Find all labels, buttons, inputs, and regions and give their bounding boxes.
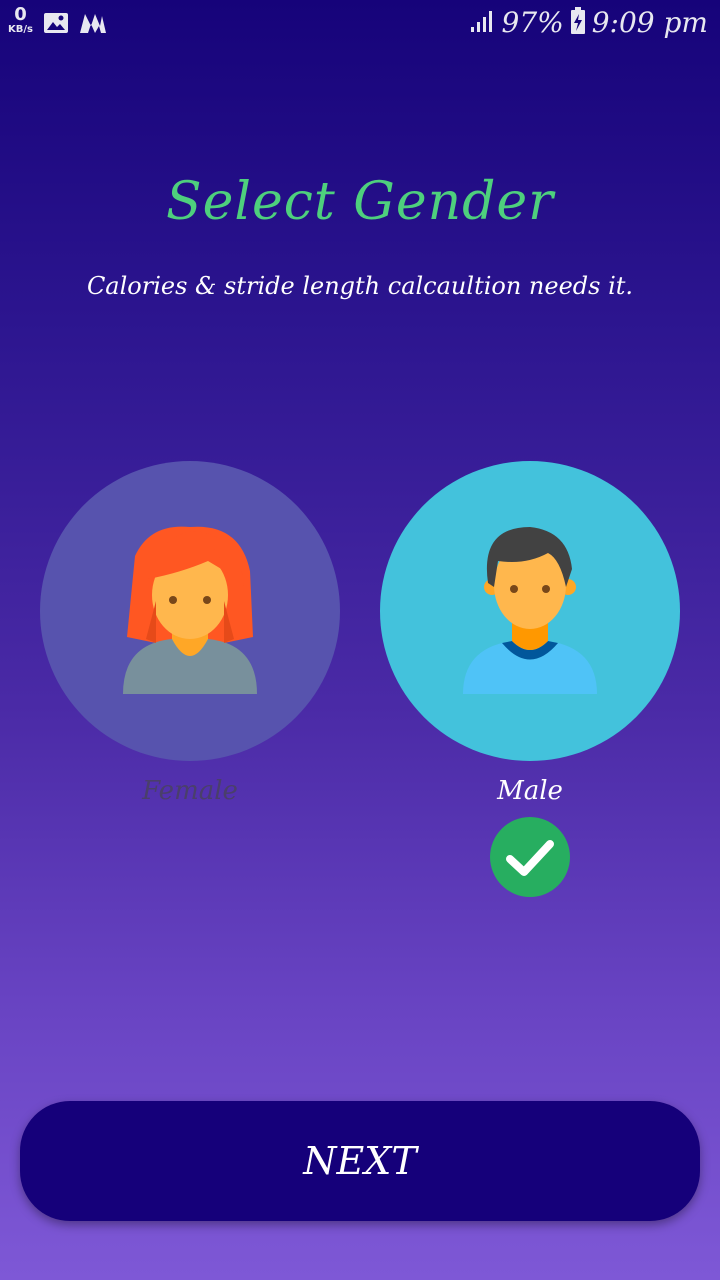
battery-percent: 97% xyxy=(501,6,564,39)
status-left: 0 KB/s xyxy=(8,6,107,38)
battery-charging-icon xyxy=(570,6,586,39)
page-title: Select Gender xyxy=(165,172,555,232)
male-option[interactable] xyxy=(380,461,680,761)
gallery-icon xyxy=(43,12,69,38)
clock: 9:09 pm xyxy=(591,6,708,39)
network-speed-unit: KB/s xyxy=(8,24,33,35)
next-button[interactable]: NEXT xyxy=(20,1101,700,1221)
selected-check-icon xyxy=(490,817,570,897)
male-avatar-icon xyxy=(463,527,597,694)
female-option[interactable] xyxy=(40,461,340,761)
app-m-icon xyxy=(79,12,107,38)
next-button-label: NEXT xyxy=(303,1139,417,1183)
signal-icon xyxy=(470,9,496,37)
male-label[interactable]: Male xyxy=(380,776,680,806)
status-bar: 0 KB/s 97% 9:09 pm xyxy=(0,0,720,50)
page-subtitle: Calories & stride length calcaultion nee… xyxy=(86,272,634,300)
status-right: 97% 9:09 pm xyxy=(470,6,708,39)
network-speed-value: 0 xyxy=(14,4,27,25)
female-avatar-icon xyxy=(123,526,257,694)
female-label[interactable]: Female xyxy=(40,776,340,806)
network-speed: 0 KB/s xyxy=(8,6,33,35)
